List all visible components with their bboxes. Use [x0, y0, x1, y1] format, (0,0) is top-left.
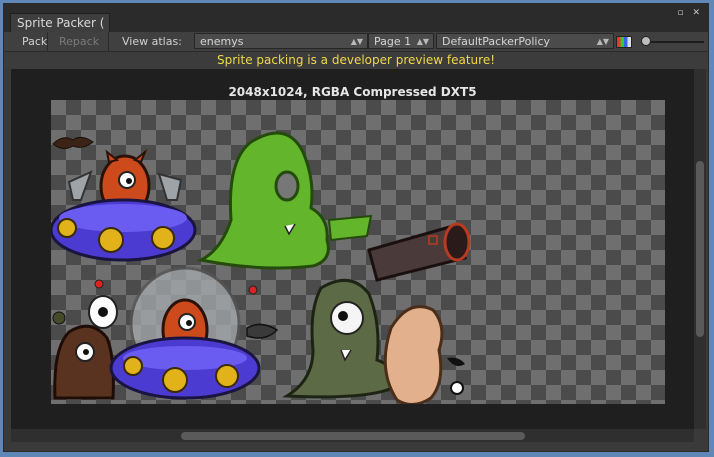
sprite-dark-bead	[52, 311, 66, 325]
sprite-ufo-alien-top	[51, 148, 197, 262]
sprite-olive-blob	[282, 278, 399, 399]
horizontal-scrollbar-thumb[interactable]	[181, 432, 525, 440]
tab-sprite-packer[interactable]: Sprite Packer (	[10, 13, 110, 32]
sprite-white-dot	[450, 381, 464, 395]
sprite-bean	[383, 305, 444, 404]
sprite-green-slime	[196, 131, 373, 270]
page-dropdown-value: Page 1	[374, 35, 412, 48]
close-icon[interactable]: ✕	[692, 8, 700, 18]
sprite-black-bit	[447, 357, 465, 366]
atlas-sprites	[51, 131, 471, 404]
view-atlas-label: View atlas:	[122, 35, 182, 48]
zoom-slider-handle[interactable]	[641, 36, 651, 46]
atlas-texture[interactable]	[51, 100, 665, 404]
maximize-icon[interactable]: ▫	[677, 8, 683, 18]
horizontal-scrollbar[interactable]	[11, 429, 694, 442]
sprite-ufo-alien-dome	[109, 266, 261, 400]
repack-button[interactable]: Repack	[51, 32, 109, 51]
dropdown-arrow-icon: ▲▼	[350, 37, 363, 46]
sprite-mustache	[52, 136, 94, 150]
zoom-slider-track[interactable]	[644, 41, 704, 43]
preview-notice: Sprite packing is a developer preview fe…	[4, 52, 708, 69]
policy-dropdown-value: DefaultPackerPolicy	[442, 35, 551, 48]
color-channels-icon[interactable]	[616, 36, 632, 48]
sprite-red-bead	[248, 285, 258, 295]
atlas-viewport[interactable]: 2048x1024, RGBA Compressed DXT5	[11, 69, 694, 429]
sprite-grey-piece	[246, 323, 279, 339]
atlas-dropdown[interactable]: enemys ▲▼	[194, 33, 368, 49]
vertical-scrollbar[interactable]	[694, 69, 706, 429]
atlas-dropdown-value: enemys	[200, 35, 244, 48]
sprite-packer-window: Sprite Packer ( ▫ ✕ Pack Repack View atl…	[3, 3, 709, 452]
policy-dropdown[interactable]: DefaultPackerPolicy ▲▼	[436, 33, 614, 49]
tab-bar: Sprite Packer ( ▫ ✕	[4, 4, 708, 32]
toolbar: Pack Repack View atlas: enemys ▲▼ Page 1…	[4, 32, 708, 52]
atlas-info-label: 2048x1024, RGBA Compressed DXT5	[228, 85, 477, 99]
vertical-scrollbar-thumb[interactable]	[696, 161, 704, 337]
sprite-red-bead	[94, 279, 104, 289]
window-controls: ▫ ✕	[671, 8, 700, 18]
sprite-cannon	[367, 222, 471, 282]
pack-button[interactable]: Pack	[10, 32, 48, 51]
sprite-brown-blob	[53, 324, 115, 400]
dropdown-arrow-icon: ▲▼	[596, 37, 609, 46]
dropdown-arrow-icon: ▲▼	[416, 37, 429, 46]
page-dropdown[interactable]: Page 1 ▲▼	[368, 33, 434, 49]
